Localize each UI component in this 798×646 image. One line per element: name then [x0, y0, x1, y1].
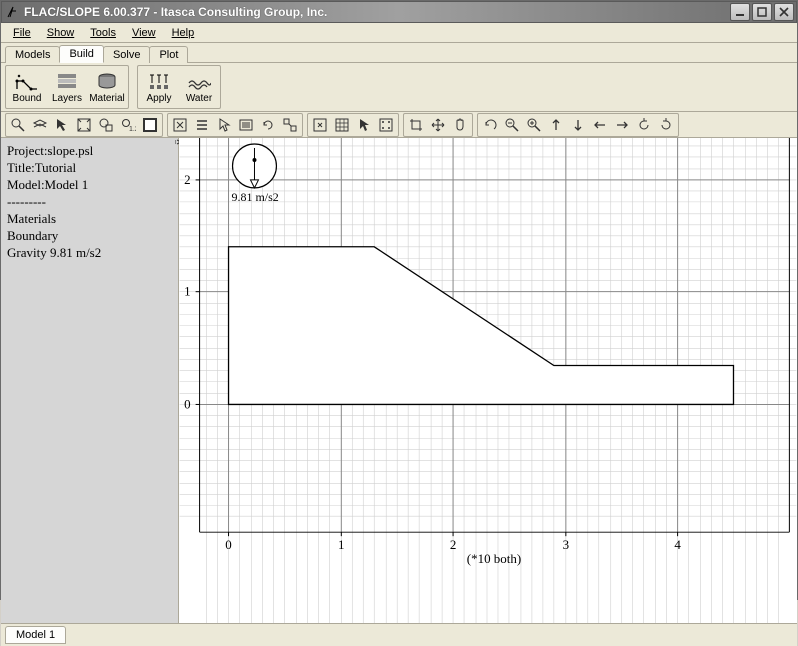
menubar: File Show Tools View Help [1, 23, 797, 43]
y-tick-1: 1 [184, 284, 190, 299]
apply-icon [147, 70, 171, 92]
icon-group-4 [403, 113, 473, 137]
icon-group-3 [307, 113, 399, 137]
x-tick-0: 0 [225, 537, 231, 552]
x-tick-3: 3 [563, 537, 569, 552]
x-tick-4: 4 [674, 537, 681, 552]
side-gravity: Gravity 9.81 m/s2 [7, 244, 172, 261]
cursor-icon[interactable] [213, 115, 235, 135]
gravity-indicator [233, 144, 277, 188]
x-axis-label: (*10 both) [467, 551, 521, 566]
menu-tools[interactable]: Tools [82, 25, 124, 41]
maximize-button[interactable] [752, 3, 772, 21]
arrow-right-icon[interactable] [611, 115, 633, 135]
side-separator: --------- [7, 193, 172, 210]
app-icon [6, 5, 20, 19]
icon-group-1: 1.23 [5, 113, 163, 137]
svg-text:1.23: 1.23 [129, 126, 136, 133]
zoom-out-icon[interactable] [501, 115, 523, 135]
tool-water-label: Water [186, 93, 212, 104]
tool-apply[interactable]: Apply [139, 67, 179, 107]
menu-show[interactable]: Show [39, 25, 83, 41]
tab-build[interactable]: Build [59, 45, 103, 63]
side-title: Title:Tutorial [7, 159, 172, 176]
icon-group-2 [167, 113, 303, 137]
zoom-xy-icon[interactable]: 1.23 [117, 115, 139, 135]
snap-grid-icon[interactable] [375, 115, 397, 135]
refresh-icon[interactable] [257, 115, 279, 135]
arrow-up-icon[interactable] [545, 115, 567, 135]
zoom-in-icon[interactable] [523, 115, 545, 135]
list-icon[interactable] [191, 115, 213, 135]
bottom-tabs: Model 1 [1, 624, 797, 646]
expand-icon[interactable] [73, 115, 95, 135]
bottom-tab-model1[interactable]: Model 1 [5, 626, 66, 644]
tool-apply-label: Apply [146, 93, 171, 104]
tab-solve[interactable]: Solve [103, 46, 151, 63]
build-toolbar: Bound Layers Material Apply [1, 63, 797, 112]
side-model: Model:Model 1 [7, 176, 172, 193]
window-title: FLAC/SLOPE 6.00.377 - Itasca Consulting … [24, 5, 728, 19]
plot-canvas: 2 1 0 0 1 2 3 4 (*10 both) 9.81 m/s2 [179, 138, 797, 623]
titlebar: FLAC/SLOPE 6.00.377 - Itasca Consulting … [1, 1, 797, 23]
tool-group-apply: Apply Water [137, 65, 221, 109]
pan-icon[interactable] [427, 115, 449, 135]
list2-icon[interactable] [235, 115, 257, 135]
main-tabs: Models Build Solve Plot [1, 43, 797, 63]
tool-group-geometry: Bound Layers Material [5, 65, 129, 109]
y-tick-2: 2 [184, 172, 190, 187]
tool-layers[interactable]: Layers [47, 67, 87, 107]
zoom-icon[interactable] [7, 115, 29, 135]
hand-icon[interactable] [449, 115, 471, 135]
x-tick-2: 2 [450, 537, 456, 552]
undo-icon[interactable] [479, 115, 501, 135]
tool-bound[interactable]: Bound [7, 67, 47, 107]
select-arrow-icon[interactable] [51, 115, 73, 135]
grid-icon[interactable] [331, 115, 353, 135]
rotate-ccw-icon[interactable] [633, 115, 655, 135]
tool-material[interactable]: Material [87, 67, 127, 107]
water-icon [187, 70, 211, 92]
tool-bound-label: Bound [13, 93, 42, 104]
menu-file[interactable]: File [5, 25, 39, 41]
layers-small-icon[interactable] [29, 115, 51, 135]
tool-material-label: Material [89, 93, 125, 104]
icon-toolbar: 1.23 [1, 112, 797, 138]
material-icon [95, 70, 119, 92]
tool-layers-label: Layers [52, 93, 82, 104]
side-panel: Project:slope.psl Title:Tutorial Model:M… [1, 138, 179, 623]
pointer2-icon[interactable] [353, 115, 375, 135]
side-boundary: Boundary [7, 227, 172, 244]
crop-icon[interactable] [405, 115, 427, 135]
side-project: Project:slope.psl [7, 142, 172, 159]
plot-area[interactable]: 2 1 0 0 1 2 3 4 (*10 both) 9.81 m/s2 [179, 138, 797, 623]
snap-icon[interactable] [279, 115, 301, 135]
layers-icon [55, 70, 79, 92]
close-button[interactable] [774, 3, 794, 21]
icon-group-5 [477, 113, 679, 137]
gravity-label: 9.81 m/s2 [232, 190, 279, 204]
side-materials: Materials [7, 210, 172, 227]
bound-icon [15, 70, 39, 92]
rotate-cw-icon[interactable] [655, 115, 677, 135]
arrow-left-icon[interactable] [589, 115, 611, 135]
x-tick-1: 1 [338, 537, 344, 552]
workspace: Project:slope.psl Title:Tutorial Model:M… [1, 138, 797, 624]
minimize-button[interactable] [730, 3, 750, 21]
menu-help[interactable]: Help [164, 25, 203, 41]
menu-view[interactable]: View [124, 25, 164, 41]
y-tick-0: 0 [184, 396, 190, 411]
full-screen-icon[interactable] [139, 115, 161, 135]
tab-plot[interactable]: Plot [149, 46, 188, 63]
fit-icon[interactable] [309, 115, 331, 135]
tool-water[interactable]: Water [179, 67, 219, 107]
zoom-rect-icon[interactable] [95, 115, 117, 135]
close-x-icon[interactable] [169, 115, 191, 135]
tab-models[interactable]: Models [5, 46, 60, 63]
arrow-down-icon[interactable] [567, 115, 589, 135]
